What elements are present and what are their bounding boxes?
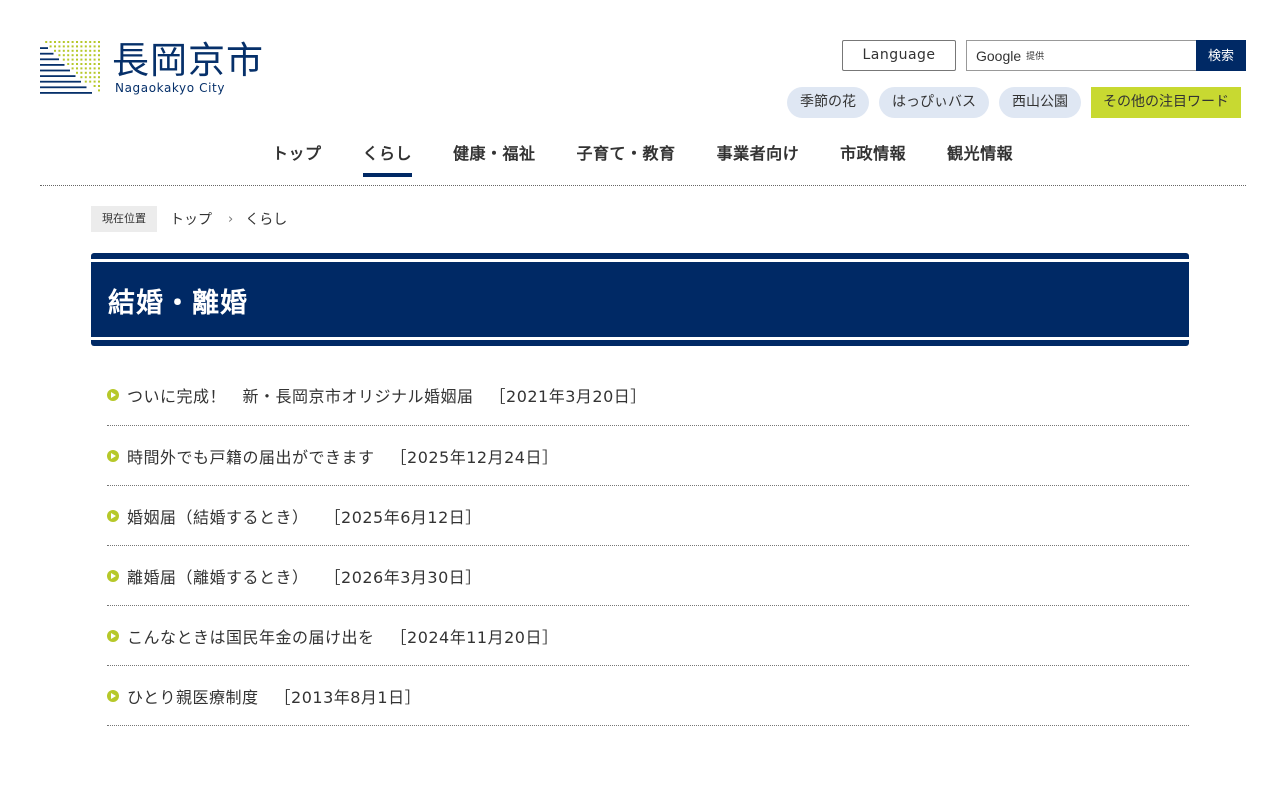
search-provider-suffix: 提供 [1026,52,1045,62]
logo-subtitle: Nagaokakyo City [115,81,226,95]
article-link[interactable]: こんなときは国民年金の届け出を [127,624,375,648]
article-date: ［2025年12月24日］ [390,447,559,467]
nav-item-business[interactable]: 事業者向け [717,140,800,177]
arrow-circle-icon [107,509,119,522]
logo-title: 長岡京市 [112,39,264,82]
arrow-circle-icon [107,449,119,462]
breadcrumb: 現在位置 トップ › くらし [91,206,287,232]
article-link[interactable]: ついに完成！ 新・長岡京市オリジナル婚姻届 [127,383,474,407]
city-emblem-icon [40,41,100,94]
arrow-circle-icon [107,629,119,642]
arrow-circle-icon [107,389,119,401]
list-item[interactable]: 婚姻届（結婚するとき） ［2025年6月12日］ [107,486,1189,546]
breadcrumb-separator: › [228,211,234,227]
article-date: ［2025年6月12日］ [324,507,482,527]
list-item[interactable]: 離婚届（離婚するとき） ［2026年3月30日］ [107,546,1189,606]
article-date: ［2026年3月30日］ [324,567,482,587]
article-date: ［2021年3月20日］ [489,387,647,406]
nav-item-health-welfare[interactable]: 健康・福祉 [453,140,536,177]
nav-divider [40,185,1246,186]
article-link[interactable]: ひとり親医療制度 [127,684,259,708]
keyword-link[interactable]: 西山公園 [999,87,1081,118]
article-date: ［2013年8月1日］ [274,687,422,707]
keyword-link[interactable]: はっぴぃバス [879,87,989,118]
search-input[interactable]: Google 提供 [966,40,1196,71]
nav-item-top[interactable]: トップ [272,140,322,177]
page-title: 結婚・離婚 [108,288,248,319]
keyword-link[interactable]: 季節の花 [787,87,869,118]
language-button[interactable]: Language [842,40,956,71]
arrow-circle-icon [107,569,119,582]
site-logo[interactable]: 長岡京市 Nagaokakyo City [40,39,280,96]
article-list: ついに完成！ 新・長岡京市オリジナル婚姻届 ［2021年3月20日］ 時間外でも… [107,365,1189,726]
title-rule-bottom [91,337,1189,340]
article-link[interactable]: 時間外でも戸籍の届出ができます [127,444,375,468]
breadcrumb-link-top[interactable]: トップ [170,209,212,229]
list-item[interactable]: ついに完成！ 新・長岡京市オリジナル婚姻届 ［2021年3月20日］ [107,365,1189,426]
global-nav: トップ くらし 健康・福祉 子育て・教育 事業者向け 市政情報 観光情報 [0,140,1280,186]
page-title-banner: 結婚・離婚 [91,253,1189,346]
list-item[interactable]: 時間外でも戸籍の届出ができます ［2025年12月24日］ [107,426,1189,486]
article-date: ［2024年11月20日］ [390,627,559,647]
article-link[interactable]: 離婚届（離婚するとき） [127,564,309,588]
nav-item-tourism[interactable]: 観光情報 [947,140,1013,177]
list-item[interactable]: こんなときは国民年金の届け出を ［2024年11月20日］ [107,606,1189,666]
arrow-circle-icon [107,689,119,702]
search-provider-label: Google [976,47,1022,64]
search-button[interactable]: 検索 [1196,40,1246,71]
title-rule-top [91,259,1189,262]
nav-item-living[interactable]: くらし [362,140,413,177]
nav-item-city-government[interactable]: 市政情報 [840,140,906,177]
breadcrumb-current: くらし [245,212,288,228]
breadcrumb-label: 現在位置 [91,206,157,232]
nav-item-childcare-education[interactable]: 子育て・教育 [577,140,676,177]
featured-keywords: 季節の花 はっぴぃバス 西山公園 その他の注目ワード [787,87,1241,118]
list-item[interactable]: ひとり親医療制度 ［2013年8月1日］ [107,666,1189,726]
more-keywords-button[interactable]: その他の注目ワード [1091,87,1241,118]
article-link[interactable]: 婚姻届（結婚するとき） [127,504,309,528]
